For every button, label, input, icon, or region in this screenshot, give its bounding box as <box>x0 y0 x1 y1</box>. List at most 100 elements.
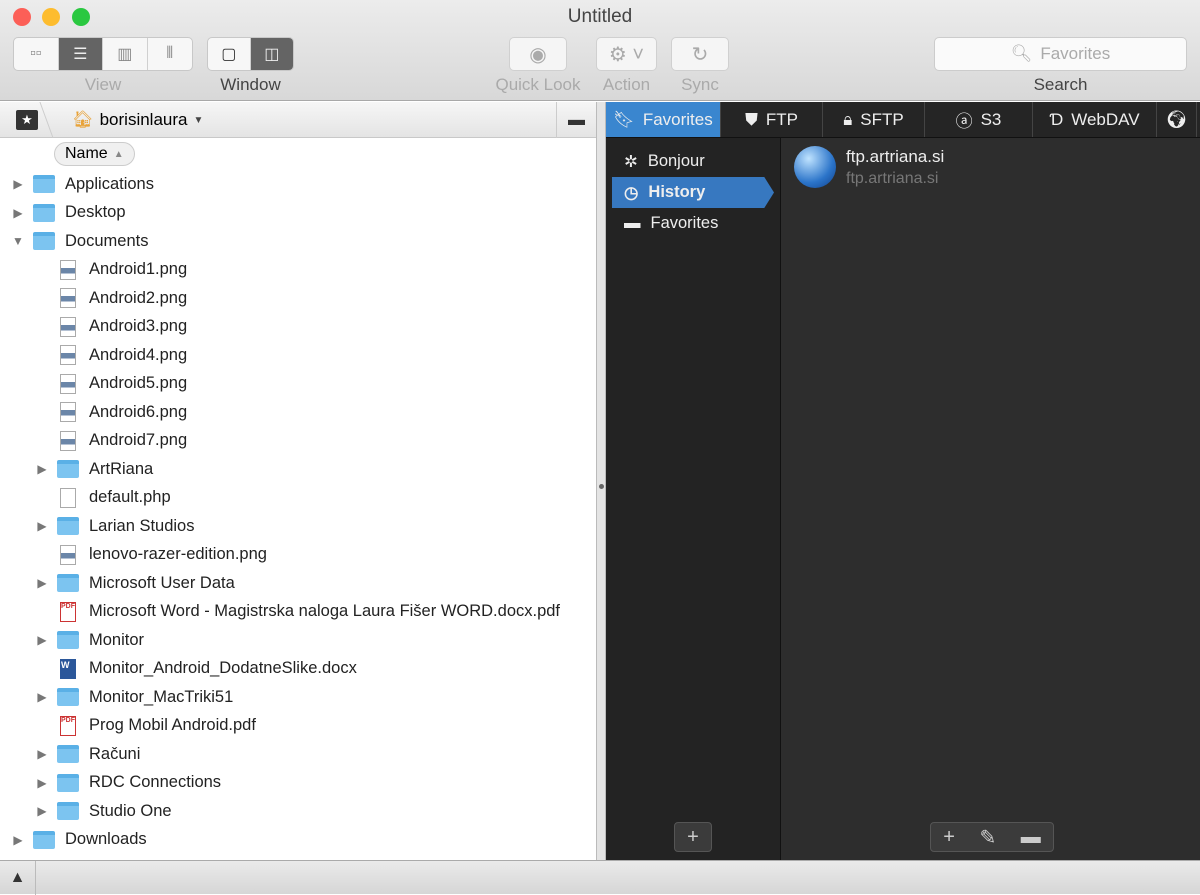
file-row[interactable]: PDF Prog Mobil Android.pdf <box>0 712 596 741</box>
dual-pane-button[interactable]: ◫ <box>250 38 293 70</box>
file-row[interactable]: ▶ Applications <box>0 170 596 199</box>
file-row[interactable]: ▼ Documents <box>0 227 596 256</box>
tab-ftp[interactable]: ⛊ FTP <box>721 102 823 137</box>
tab-more[interactable]: 🌍︎ <box>1157 102 1197 137</box>
file-row[interactable]: PDF Microsoft Word - Magistrska naloga La… <box>0 598 596 627</box>
folder-icon <box>57 773 79 792</box>
path-dropdown[interactable]: 🏠︎ borisinlaura ▼ <box>72 110 203 130</box>
tab-label: S3 <box>980 109 1002 129</box>
source-list: ✲ Bonjour ◷ History ▬ Favorites + <box>606 138 781 860</box>
file-row[interactable]: ▶ Monitor <box>0 626 596 655</box>
drive-icon[interactable]: ▬ <box>556 102 596 138</box>
disclosure-collapsed-icon[interactable]: ▶ <box>33 804 51 818</box>
file-row[interactable]: Android5.png <box>0 370 596 399</box>
add-bookmark-button[interactable]: + <box>943 826 955 849</box>
bookmark-icon: 🔖︎ <box>613 109 635 129</box>
list-view-button[interactable]: ☰ <box>58 38 103 70</box>
expand-transfers-button[interactable]: ▲ <box>0 861 36 895</box>
file-row[interactable]: ▶ Studio One <box>0 797 596 826</box>
add-source-button[interactable]: + <box>674 822 712 852</box>
drive-icon[interactable]: ▬ <box>1021 826 1041 849</box>
file-row[interactable]: ▶ ArtRiana <box>0 455 596 484</box>
disclosure-collapsed-icon[interactable]: ▶ <box>33 576 51 590</box>
single-pane-button[interactable]: ▢ <box>208 38 251 70</box>
quicklook-button[interactable]: ◉ <box>509 37 567 71</box>
history-item[interactable]: ftp.artriana.si ftp.artriana.si <box>794 146 944 188</box>
quicklook-label: Quick Look <box>495 75 581 94</box>
source-history[interactable]: ◷ History <box>612 177 774 208</box>
file-row[interactable]: Android1.png <box>0 256 596 285</box>
action-button[interactable]: ⚙ ˅ <box>596 37 657 71</box>
icon-view-button[interactable]: ▫▫ <box>14 38 59 70</box>
disclosure-collapsed-icon[interactable]: ▶ <box>9 206 27 220</box>
disclosure-collapsed-icon[interactable]: ▶ <box>33 462 51 476</box>
local-browser: ★ 🏠︎ borisinlaura ▼ ▬ Name ▲ ▶ Application… <box>0 102 596 860</box>
source-label: Bonjour <box>647 152 705 170</box>
source-favorites[interactable]: ▬ Favorites <box>612 208 774 239</box>
file-row[interactable]: ▶ Desktop <box>0 199 596 228</box>
file-row[interactable]: default.php <box>0 484 596 513</box>
file-row[interactable]: ▶ Downloads <box>0 826 596 855</box>
image-file-icon <box>60 402 76 423</box>
file-name: default.php <box>89 488 171 507</box>
file-row[interactable]: Android4.png <box>0 341 596 370</box>
tab-favorites[interactable]: 🔖︎ Favorites <box>606 102 721 137</box>
tab-sftp[interactable]: 🔒︎ SFTP <box>823 102 925 137</box>
file-row[interactable]: ▶ Microsoft User Data <box>0 569 596 598</box>
eye-icon: ◉ <box>529 43 547 66</box>
pdf-file-icon: PDF <box>60 715 76 736</box>
pane-splitter[interactable] <box>596 102 606 860</box>
tab-label: SFTP <box>860 109 904 129</box>
dropdown-arrow-icon: ▼ <box>193 114 204 126</box>
tab-webdav[interactable]: Ɗ WebDAV <box>1033 102 1157 137</box>
folder-icon <box>57 460 79 479</box>
disclosure-collapsed-icon[interactable]: ▶ <box>33 633 51 647</box>
folder-icon: ▬ <box>624 214 641 232</box>
column-header: Name ▲ <box>0 138 596 170</box>
history-list: ftp.artriana.si ftp.artriana.si <box>794 146 944 188</box>
file-row[interactable]: Android2.png <box>0 284 596 313</box>
lock-icon: 🔒︎ <box>843 109 853 129</box>
image-file-icon <box>60 544 76 565</box>
globe-icon <box>794 146 836 188</box>
file-row[interactable]: Android7.png <box>0 427 596 456</box>
source-bonjour[interactable]: ✲ Bonjour <box>612 146 774 177</box>
disclosure-collapsed-icon[interactable]: ▶ <box>33 519 51 533</box>
edit-icon[interactable]: ✎ <box>979 825 996 850</box>
name-column-header[interactable]: Name ▲ <box>54 142 135 166</box>
file-name: RDC Connections <box>89 773 222 792</box>
file-row[interactable]: ▶ Larian Studios <box>0 512 596 541</box>
file-row[interactable]: Android6.png <box>0 398 596 427</box>
disclosure-expanded-icon[interactable]: ▼ <box>9 234 27 248</box>
file-row[interactable]: Android3.png <box>0 313 596 342</box>
file-name: Monitor_Android_DodatneSlike.docx <box>89 659 357 678</box>
search-input[interactable]: 🔍︎ Favorites <box>934 37 1187 71</box>
file-name: Android4.png <box>89 345 188 364</box>
file-row[interactable]: ▶ Računi <box>0 740 596 769</box>
file-row[interactable]: W Monitor_Android_DodatneSlike.docx <box>0 655 596 684</box>
file-list: ▶ Applications ▶ Desktop ▼ Documents Android1.… <box>0 170 596 854</box>
file-row[interactable]: lenovo-razer-edition.png <box>0 541 596 570</box>
disclosure-collapsed-icon[interactable]: ▶ <box>9 177 27 191</box>
file-row[interactable]: ▶ Monitor_MacTriki51 <box>0 683 596 712</box>
folder-icon <box>33 232 55 251</box>
column-view-button[interactable]: ▥ <box>103 38 148 70</box>
favorites-star-icon[interactable]: ★ <box>16 110 38 130</box>
home-icon: 🏠︎ <box>72 110 94 129</box>
bonjour-icon: ✲ <box>624 152 638 171</box>
tab-s3[interactable]: ⓐ S3 <box>925 102 1033 137</box>
status-bar: ▲ <box>0 860 1200 895</box>
folder-icon <box>57 745 79 764</box>
sync-button[interactable]: ↻ <box>671 37 729 71</box>
disclosure-collapsed-icon[interactable]: ▶ <box>33 776 51 790</box>
file-row[interactable]: ▶ RDC Connections <box>0 769 596 798</box>
remote-browser: 🔖︎ Favorites ⛊ FTP 🔒︎ SFTP ⓐ S3 Ɗ WebDAV 🌍︎ ✲ Bonjo… <box>606 102 1200 860</box>
coverflow-view-button[interactable]: ⫴ <box>148 38 192 70</box>
ftp-icon: ⛊ <box>745 109 758 129</box>
disclosure-collapsed-icon[interactable]: ▶ <box>33 747 51 761</box>
search-icon: 🔍︎ <box>1010 44 1033 63</box>
disclosure-collapsed-icon[interactable]: ▶ <box>9 833 27 847</box>
action-label: Action <box>602 75 651 94</box>
disclosure-collapsed-icon[interactable]: ▶ <box>33 690 51 704</box>
source-label: History <box>648 183 706 201</box>
